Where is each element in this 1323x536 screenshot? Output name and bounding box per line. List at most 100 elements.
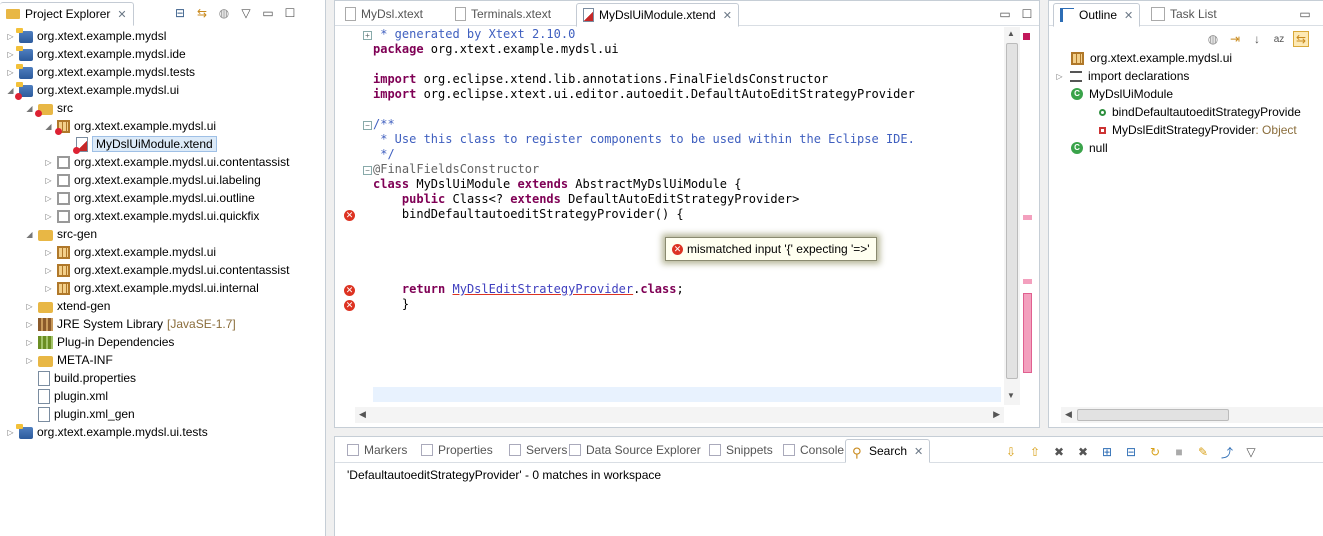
expand-toggle-icon[interactable]: ▷: [6, 32, 15, 41]
tree-item[interactable]: ◢ org.xtext.example.mydsl.ui: [44, 117, 216, 135]
tab-mydsl-xtext[interactable]: MyDsl.xtext: [339, 3, 429, 25]
expand-toggle-icon[interactable]: ◢: [6, 86, 15, 95]
error-marker-icon[interactable]: ✕: [344, 285, 355, 296]
expand-toggle-icon[interactable]: ◢: [25, 104, 34, 113]
tree-item[interactable]: plugin.xml_gen: [25, 405, 135, 423]
pin-search-view-icon[interactable]: ⤴: [1219, 444, 1235, 460]
maximize-icon[interactable]: ☐: [1019, 6, 1035, 22]
scroll-right-arrow-icon[interactable]: ▶: [993, 409, 1000, 420]
expand-toggle-icon[interactable]: ◢: [44, 122, 53, 131]
expand-toggle-icon[interactable]: ▷: [44, 266, 53, 275]
minimize-icon[interactable]: ▭: [997, 6, 1013, 22]
collapse-all-icon[interactable]: ⊟: [1123, 444, 1139, 460]
tree-item[interactable]: plugin.xml: [25, 387, 108, 405]
scroll-down-arrow-icon[interactable]: ▼: [1007, 391, 1015, 400]
tree-item[interactable]: ▷ Plug-in Dependencies: [25, 333, 174, 351]
outline-item[interactable]: C MyDslUiModule: [1071, 85, 1173, 103]
tree-item[interactable]: ▷ JRE System Library [JavaSE-1.7]: [25, 315, 235, 333]
fold-icon[interactable]: −: [363, 166, 372, 175]
code-line: import org.eclipse.xtend.lib.annotations…: [373, 72, 828, 87]
tab-console[interactable]: Console: [777, 439, 850, 461]
tree-item[interactable]: ▷ org.xtext.example.mydsl.ui.quickfix: [44, 207, 259, 225]
code-line: bindDefaultautoeditStrategyProvider() {: [373, 207, 684, 222]
markers-icon: [347, 444, 359, 456]
expand-all-icon[interactable]: ⊞: [1099, 444, 1115, 460]
tree-item[interactable]: ▷ org.xtext.example.mydsl.ui: [44, 243, 216, 261]
tab-data-source-explorer[interactable]: Data Source Explorer: [563, 439, 707, 461]
expand-toggle-icon[interactable]: ◢: [25, 230, 34, 239]
tree-item[interactable]: ▷ org.xtext.example.mydsl.ui.internal: [44, 279, 258, 297]
expand-toggle-icon[interactable]: ▷: [6, 50, 15, 59]
view-menu-icon[interactable]: ▽: [1243, 444, 1259, 460]
tree-item[interactable]: ◢ src-gen: [25, 225, 97, 243]
expand-toggle-icon[interactable]: ▷: [44, 176, 53, 185]
expand-toggle-icon[interactable]: ▷: [44, 212, 53, 221]
remove-all-matches-icon[interactable]: ✖: [1075, 444, 1091, 460]
expand-toggle-icon[interactable]: ▷: [6, 68, 15, 77]
close-icon[interactable]: ✕: [914, 445, 923, 458]
tab-terminals-xtext[interactable]: Terminals.xtext: [449, 3, 557, 25]
vertical-scrollbar[interactable]: ▲ ▼: [1004, 27, 1020, 405]
expand-toggle-icon[interactable]: ▷: [44, 248, 53, 257]
tree-item[interactable]: ▷ org.xtext.example.mydsl.ui.contentassis…: [44, 153, 289, 171]
outline-item[interactable]: bindDefaultautoeditStrategyProvide: [1099, 103, 1301, 121]
tree-item[interactable]: ▷ org.xtext.example.mydsl: [6, 27, 166, 45]
tab-mydsluimodule-xtend[interactable]: MyDslUiModule.xtend ✕: [576, 3, 739, 27]
outline-item[interactable]: MyDslEditStrategyProvider : Object: [1099, 121, 1297, 139]
close-icon[interactable]: ✕: [723, 9, 732, 22]
expand-toggle-icon[interactable]: ▷: [25, 356, 34, 365]
error-summary-marker[interactable]: [1023, 33, 1030, 40]
remove-match-icon[interactable]: ✖: [1051, 444, 1067, 460]
next-match-icon[interactable]: ⇩: [1003, 444, 1019, 460]
previous-match-icon[interactable]: ⇧: [1027, 444, 1043, 460]
tree-item[interactable]: ▷ org.xtext.example.mydsl.ui.labeling: [44, 171, 260, 189]
tree-item[interactable]: ▷ org.xtext.example.mydsl.ui.contentassis…: [44, 261, 289, 279]
overview-error-mark[interactable]: [1023, 293, 1032, 373]
code-token: extends: [510, 192, 561, 206]
scrollbar-thumb[interactable]: [1006, 43, 1018, 379]
overview-error-mark[interactable]: [1023, 215, 1032, 220]
expand-toggle-icon[interactable]: ▷: [44, 194, 53, 203]
scroll-left-arrow-icon[interactable]: ◀: [1065, 409, 1072, 420]
horizontal-scrollbar[interactable]: ◀: [1061, 407, 1323, 423]
tree-item[interactable]: MyDslUiModule.xtend: [63, 135, 217, 154]
fold-icon[interactable]: −: [363, 121, 372, 130]
run-search-again-icon[interactable]: ↻: [1147, 444, 1163, 460]
scroll-left-arrow-icon[interactable]: ◀: [359, 409, 366, 420]
error-marker-icon[interactable]: ✕: [344, 300, 355, 311]
tree-item[interactable]: ▷ org.xtext.example.mydsl.ide: [6, 45, 186, 63]
fold-icon[interactable]: +: [363, 31, 372, 40]
tree-item[interactable]: ▷ org.xtext.example.mydsl.ui.outline: [44, 189, 254, 207]
expand-toggle-icon[interactable]: ▷: [44, 284, 53, 293]
scroll-up-arrow-icon[interactable]: ▲: [1007, 29, 1015, 38]
tab-properties[interactable]: Properties: [415, 439, 499, 461]
scrollbar-thumb[interactable]: [1077, 409, 1229, 421]
expand-toggle-icon[interactable]: ▷: [1055, 72, 1064, 81]
tree-item[interactable]: ▷ org.xtext.example.mydsl.tests: [6, 63, 195, 81]
outline-item[interactable]: Cnull: [1071, 139, 1108, 157]
expand-toggle-icon[interactable]: ▷: [25, 338, 34, 347]
editor-toolbar: ▭ ☐: [997, 6, 1035, 22]
code-token: }: [373, 297, 410, 311]
tree-item[interactable]: ◢ src: [25, 99, 73, 117]
expand-toggle-icon[interactable]: ▷: [6, 428, 15, 437]
tree-item[interactable]: ▷ org.xtext.example.mydsl.ui.tests: [6, 423, 208, 441]
cancel-search-icon[interactable]: ■: [1171, 444, 1187, 460]
outline-item[interactable]: org.xtext.example.mydsl.ui: [1071, 49, 1232, 67]
tree-item[interactable]: ◢ org.xtext.example.mydsl.ui: [6, 81, 179, 100]
tree-item[interactable]: ▷ xtend-gen: [25, 297, 110, 315]
error-marker-icon[interactable]: ✕: [344, 210, 355, 221]
expand-toggle-icon[interactable]: ▷: [44, 158, 53, 167]
tree-item[interactable]: build.properties: [25, 369, 136, 387]
tab-markers[interactable]: Markers: [341, 439, 413, 461]
outline-item[interactable]: ▷ import declarations: [1056, 67, 1189, 85]
tab-snippets[interactable]: Snippets: [703, 439, 779, 461]
tree-item[interactable]: ▷ META-INF: [25, 351, 113, 369]
expand-toggle-icon[interactable]: ▷: [25, 320, 34, 329]
search-history-icon[interactable]: ✎: [1195, 444, 1211, 460]
expand-toggle-icon[interactable]: ▷: [25, 302, 34, 311]
tab-search[interactable]: ⚲ Search ✕: [845, 439, 931, 463]
overview-error-mark[interactable]: [1023, 279, 1032, 284]
horizontal-scrollbar[interactable]: ◀ ▶: [355, 407, 1004, 423]
